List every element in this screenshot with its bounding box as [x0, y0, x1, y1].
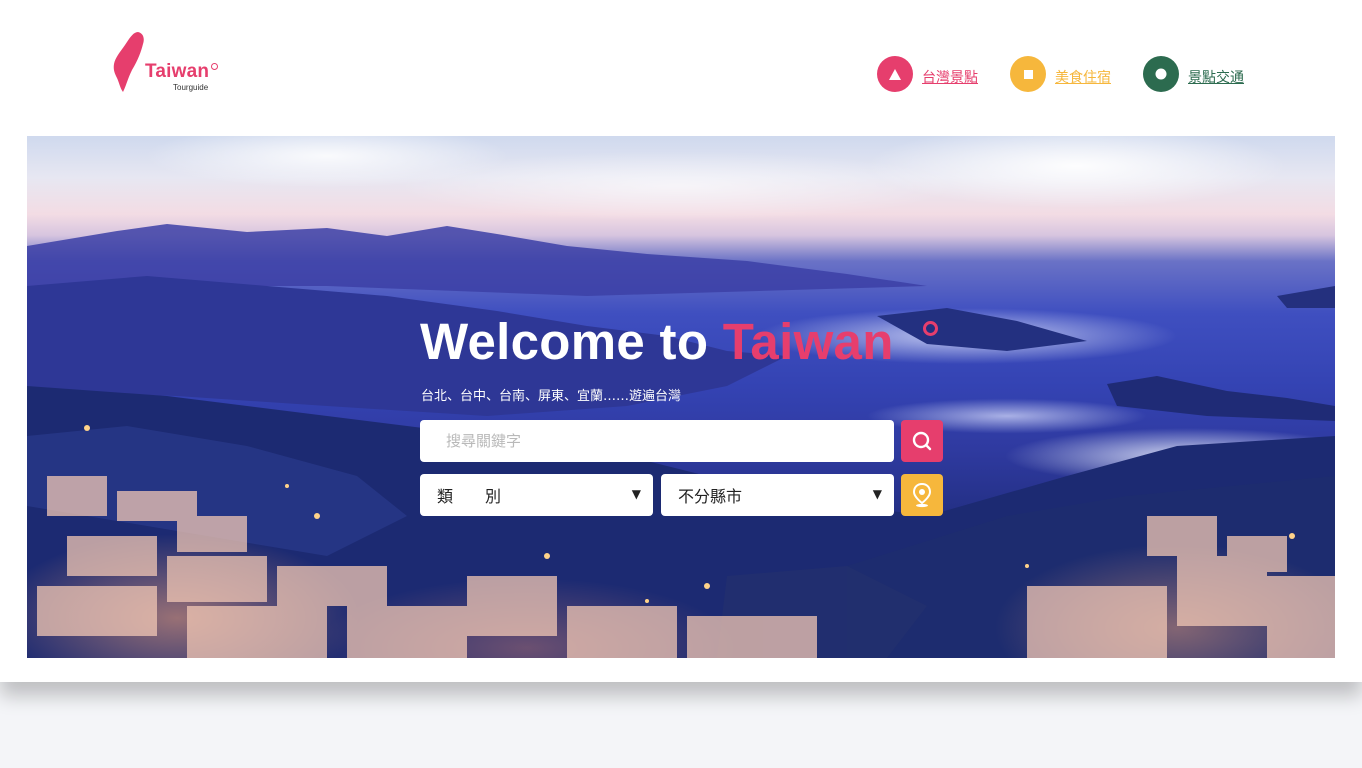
search-icon	[912, 431, 932, 451]
city-select[interactable]: 不分縣市 ▼	[661, 474, 894, 516]
map-pin-icon	[912, 482, 932, 508]
main-card: Taiwan Tourguide 台灣景點 美食住宿 景點交通 Welcome …	[0, 0, 1362, 682]
nav-label-food-lodging[interactable]: 美食住宿	[1055, 67, 1111, 87]
caret-down-icon: ▼	[872, 487, 882, 501]
search-input[interactable]	[420, 420, 894, 462]
logo-degree-mark	[211, 63, 218, 70]
hero-title: Welcome to Taiwan	[420, 312, 894, 371]
page: Taiwan Tourguide 台灣景點 美食住宿 景點交通 Welcome …	[0, 0, 1362, 768]
square-icon	[1010, 56, 1046, 92]
logo-text: Taiwan	[145, 61, 210, 82]
site-logo[interactable]: Taiwan Tourguide	[112, 30, 232, 94]
city-select-value: 不分縣市	[678, 487, 743, 506]
hero-title-prefix: Welcome to	[420, 313, 709, 370]
logo-subtext: Tourguide	[173, 83, 209, 92]
hero-title-accent: Taiwan	[722, 313, 894, 370]
nav-label-attractions[interactable]: 台灣景點	[922, 67, 978, 87]
nav-label-transport[interactable]: 景點交通	[1188, 67, 1244, 87]
location-button[interactable]	[901, 474, 943, 516]
search-button[interactable]	[901, 420, 943, 462]
circle-icon	[1143, 56, 1179, 92]
triangle-icon	[877, 56, 913, 92]
hero-title-degree-mark	[923, 321, 938, 336]
category-select[interactable]: 類 別 ▼	[420, 474, 653, 516]
caret-down-icon: ▼	[631, 487, 641, 501]
hero-subtitle: 台北、台中、台南、屏東、宜蘭……遊遍台灣	[421, 389, 682, 404]
category-select-value: 類 別	[437, 487, 502, 506]
nav-item-transport[interactable]: 景點交通	[1143, 56, 1244, 92]
nav-item-food-lodging[interactable]: 美食住宿	[1010, 56, 1111, 92]
nav-item-attractions[interactable]: 台灣景點	[877, 56, 978, 92]
hero-banner: Welcome to Taiwan 台北、台中、台南、屏東、宜蘭……遊遍台灣 類…	[27, 136, 1335, 658]
